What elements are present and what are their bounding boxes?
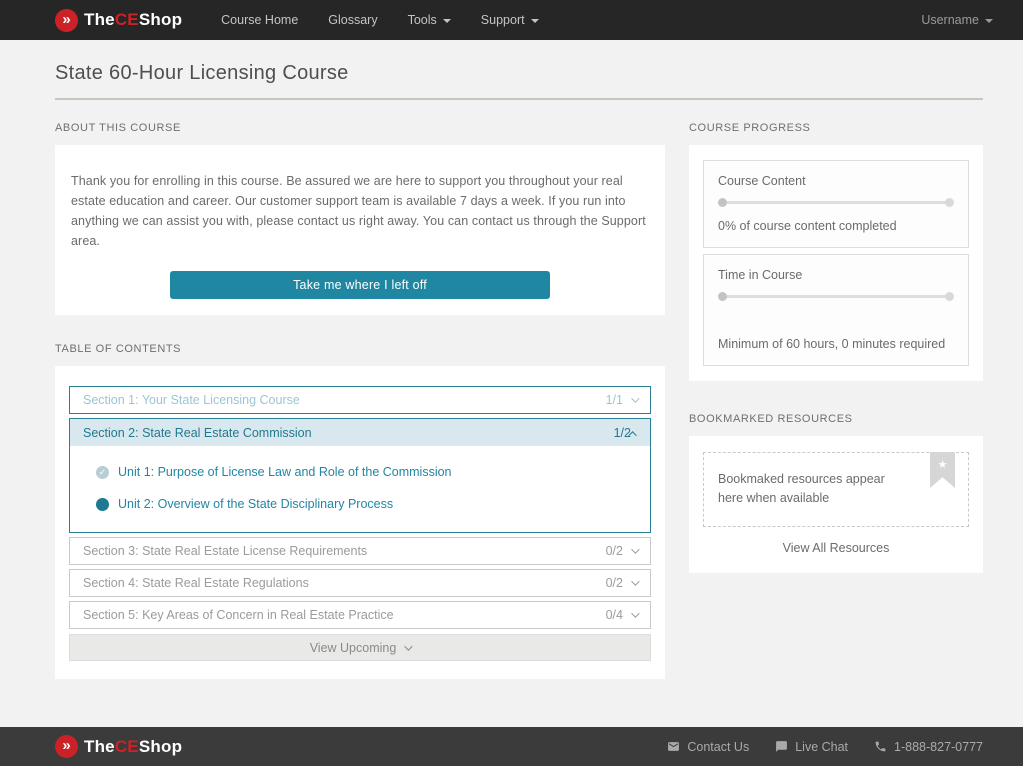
progress-bar — [718, 292, 954, 301]
chevron-down-icon — [631, 577, 639, 585]
toc-section-5[interactable]: Section 5: Key Areas of Concern in Real … — [69, 601, 651, 629]
brand-logo[interactable]: » TheCEShop — [55, 9, 182, 32]
bookmarked-resources-card: Bookmaked resources appear here when ava… — [689, 436, 983, 573]
progress-end-dot — [945, 198, 954, 207]
chat-bubble-icon — [775, 740, 788, 753]
phone-link[interactable]: 1-888-827-0777 — [874, 740, 983, 754]
toc-unit-2[interactable]: Unit 2: Overview of the State Disciplina… — [70, 488, 650, 520]
toc-unit-label: Unit 2: Overview of the State Disciplina… — [118, 497, 393, 511]
toc-unit-1[interactable]: ✓ Unit 1: Purpose of License Law and Rol… — [70, 456, 650, 488]
progress-thumb — [718, 292, 727, 301]
course-progress-heading: COURSE PROGRESS — [689, 122, 983, 134]
bookmark-star-icon: ★ — [930, 452, 955, 488]
toc-section-label: Section 4: State Real Estate Regulations — [83, 576, 309, 590]
nav-item-course-home[interactable]: Course Home — [210, 7, 309, 33]
bookmarks-empty-state: Bookmaked resources appear here when ava… — [703, 452, 969, 527]
username-label: Username — [921, 13, 979, 27]
toc-section-progress: 0/4 — [606, 608, 623, 622]
chevron-down-icon — [531, 19, 539, 23]
toc-unit-label: Unit 1: Purpose of License Law and Role … — [118, 465, 452, 479]
in-progress-dot-icon — [96, 498, 109, 511]
completed-check-icon: ✓ — [96, 466, 109, 479]
live-chat-link[interactable]: Live Chat — [775, 740, 848, 754]
page-title: State 60-Hour Licensing Course — [55, 62, 983, 100]
course-progress-card: Course Content 0% of course content comp… — [689, 145, 983, 381]
main-content: State 60-Hour Licensing Course ABOUT THI… — [0, 40, 1023, 727]
envelope-icon — [667, 740, 680, 753]
progress-caption: 0% of course content completed — [718, 219, 954, 233]
resume-course-button[interactable]: Take me where I left off — [170, 271, 550, 299]
phone-icon — [874, 740, 887, 753]
double-chevron-icon: » — [55, 735, 78, 758]
time-in-course-progress: Time in Course Minimum of 60 hours, 0 mi… — [703, 254, 969, 366]
about-paragraph: Thank you for enrolling in this course. … — [71, 171, 649, 251]
toc-section-1[interactable]: Section 1: Your State Licensing Course 1… — [69, 386, 651, 414]
double-chevron-icon: » — [55, 9, 78, 32]
progress-title: Time in Course — [718, 268, 954, 282]
nav-item-support[interactable]: Support — [470, 7, 550, 33]
brand-wordmark: TheCEShop — [84, 737, 182, 757]
about-heading: ABOUT THIS COURSE — [55, 122, 665, 134]
toc-section-2-expanded: Section 2: State Real Estate Commission … — [69, 418, 651, 533]
toc-section-progress: 0/2 — [606, 544, 623, 558]
progress-caption: Minimum of 60 hours, 0 minutes required — [718, 337, 954, 351]
brand-wordmark: TheCEShop — [84, 10, 182, 30]
toc-section-2[interactable]: Section 2: State Real Estate Commission … — [70, 419, 650, 446]
chevron-down-icon — [443, 19, 451, 23]
view-all-resources-link[interactable]: View All Resources — [703, 541, 969, 555]
chevron-down-icon — [631, 394, 639, 402]
bookmarks-heading: BOOKMARKED RESOURCES — [689, 413, 983, 425]
main-nav: Course Home Glossary Tools Support — [210, 7, 549, 33]
toc-section-label: Section 5: Key Areas of Concern in Real … — [83, 608, 394, 622]
view-upcoming-button[interactable]: View Upcoming — [69, 634, 651, 661]
toc-section-label: Section 3: State Real Estate License Req… — [83, 544, 367, 558]
toc-section-label: Section 1: Your State Licensing Course — [83, 393, 300, 407]
bookmarks-empty-message: Bookmaked resources appear here when ava… — [718, 472, 885, 505]
progress-end-dot — [945, 292, 954, 301]
contact-us-link[interactable]: Contact Us — [667, 740, 749, 754]
toc-section-progress: 1/1 — [606, 393, 623, 407]
nav-item-glossary[interactable]: Glossary — [317, 7, 388, 33]
footer-brand-logo[interactable]: » TheCEShop — [55, 735, 182, 758]
table-of-contents: Section 1: Your State Licensing Course 1… — [55, 366, 665, 679]
chevron-down-icon — [631, 609, 639, 617]
toc-section-progress: 0/2 — [606, 576, 623, 590]
progress-title: Course Content — [718, 174, 954, 188]
progress-thumb — [718, 198, 727, 207]
toc-section-4[interactable]: Section 4: State Real Estate Regulations… — [69, 569, 651, 597]
toc-heading: TABLE OF CONTENTS — [55, 343, 665, 355]
toc-section-2-units: ✓ Unit 1: Purpose of License Law and Rol… — [70, 446, 650, 532]
chevron-down-icon — [404, 642, 412, 650]
toc-section-label: Section 2: State Real Estate Commission — [83, 426, 312, 440]
toc-section-3[interactable]: Section 3: State Real Estate License Req… — [69, 537, 651, 565]
course-content-progress: Course Content 0% of course content comp… — [703, 160, 969, 248]
progress-bar — [718, 198, 954, 207]
about-card: Thank you for enrolling in this course. … — [55, 145, 665, 315]
nav-item-tools[interactable]: Tools — [397, 7, 462, 33]
toc-section-progress: 1/2 — [614, 426, 631, 440]
top-navbar: » TheCEShop Course Home Glossary Tools S… — [0, 0, 1023, 40]
user-menu[interactable]: Username — [921, 13, 993, 27]
chevron-down-icon — [985, 19, 993, 23]
footer: » TheCEShop Contact Us Live Chat 1-888-8… — [0, 727, 1023, 766]
chevron-down-icon — [631, 545, 639, 553]
